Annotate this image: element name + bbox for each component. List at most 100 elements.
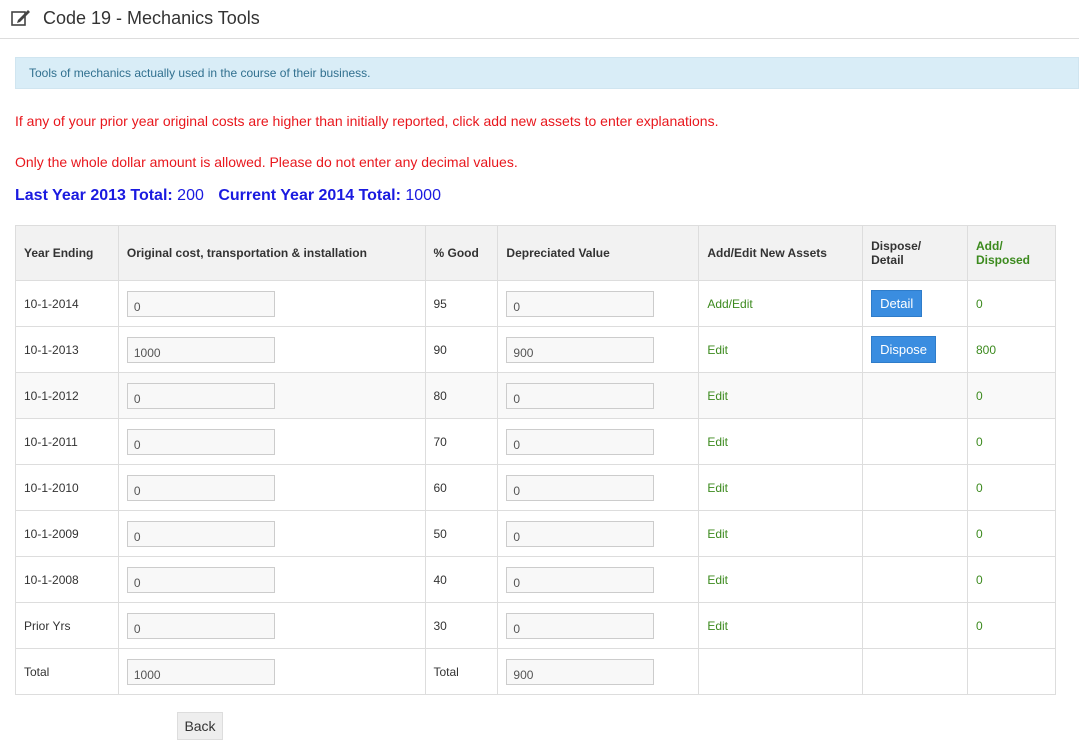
dispose-detail-cell <box>862 556 968 603</box>
add-edit-cell: Edit <box>698 372 864 419</box>
header-original-cost: Original cost, transportation & installa… <box>117 225 426 281</box>
header-add-disposed-line2: Disposed <box>976 253 1031 267</box>
table-row: Prior Yrs 30 Edit 0 <box>15 602 1056 649</box>
current-year-total-label: Current Year 2014 Total: <box>218 187 401 204</box>
add-edit-link[interactable]: Edit <box>707 435 728 449</box>
original-cost-cell <box>117 372 426 419</box>
header-add-edit: Add/Edit New Assets <box>698 225 864 281</box>
percent-good-cell: 60 <box>424 464 499 511</box>
year-ending-cell: 10-1-2012 <box>15 372 119 419</box>
dispose-button[interactable]: Dispose <box>871 336 937 363</box>
percent-good-cell: 30 <box>424 602 499 649</box>
table-row: 10-1-2013 90 Edit Dispose 800 <box>15 326 1056 373</box>
edit-icon <box>11 10 30 26</box>
total-row: Total Total <box>15 648 1056 695</box>
depreciated-value-cell <box>497 510 700 557</box>
header-depreciated-value: Depreciated Value <box>497 225 700 281</box>
current-year-total-value: 1000 <box>405 187 441 204</box>
original-cost-input[interactable] <box>126 612 275 639</box>
add-disposed-value: 0 <box>976 526 983 541</box>
total-empty-2 <box>862 648 968 695</box>
add-edit-cell: Edit <box>698 418 864 465</box>
original-cost-input[interactable] <box>126 566 275 593</box>
add-edit-link[interactable]: Add/Edit <box>707 297 752 311</box>
depreciated-value-cell <box>497 602 700 649</box>
total-good-label: Total <box>424 648 499 695</box>
original-cost-input[interactable] <box>126 336 275 363</box>
header-add-disposed: Add/ Disposed <box>967 225 1056 281</box>
percent-good-cell: 70 <box>424 418 499 465</box>
page-header: Code 19 - Mechanics Tools <box>0 0 1079 39</box>
percent-good-cell: 90 <box>424 326 499 373</box>
dispose-detail-cell: Detail <box>862 280 968 327</box>
depreciated-value-cell <box>497 326 700 373</box>
table-row: 10-1-2009 50 Edit 0 <box>15 510 1056 557</box>
depreciated-value-input <box>506 428 655 455</box>
add-disposed-cell: 800 <box>967 326 1056 373</box>
add-edit-link[interactable]: Edit <box>707 573 728 587</box>
last-year-total-value: 200 <box>177 187 204 204</box>
add-edit-cell: Edit <box>698 556 864 603</box>
add-edit-cell: Edit <box>698 510 864 557</box>
original-cost-cell <box>117 556 426 603</box>
table-row: 10-1-2010 60 Edit 0 <box>15 464 1056 511</box>
depreciated-value-input <box>506 520 655 547</box>
add-edit-link[interactable]: Edit <box>707 343 728 357</box>
total-depreciated-cell <box>497 648 700 695</box>
assets-table: Year Ending Original cost, transportatio… <box>15 225 1056 695</box>
header-dispose-line1: Dispose/ <box>871 239 922 253</box>
dispose-detail-cell <box>862 510 968 557</box>
dispose-detail-cell <box>862 602 968 649</box>
original-cost-input[interactable] <box>126 428 275 455</box>
original-cost-cell <box>117 602 426 649</box>
depreciated-value-cell <box>497 556 700 603</box>
total-empty-1 <box>698 648 864 695</box>
add-disposed-value: 0 <box>976 618 983 633</box>
original-cost-input[interactable] <box>126 520 275 547</box>
add-disposed-cell: 0 <box>967 464 1056 511</box>
add-disposed-cell: 0 <box>967 602 1056 649</box>
original-cost-input[interactable] <box>126 382 275 409</box>
add-edit-cell: Edit <box>698 602 864 649</box>
dispose-detail-cell <box>862 418 968 465</box>
add-disposed-value: 800 <box>976 342 997 357</box>
original-cost-input[interactable] <box>126 290 275 317</box>
add-disposed-value: 0 <box>976 480 983 495</box>
add-edit-cell: Edit <box>698 326 864 373</box>
add-edit-cell: Add/Edit <box>698 280 864 327</box>
add-edit-link[interactable]: Edit <box>707 619 728 633</box>
add-edit-link[interactable]: Edit <box>707 481 728 495</box>
depreciated-value-input <box>506 566 655 593</box>
add-edit-link[interactable]: Edit <box>707 389 728 403</box>
year-ending-cell: 10-1-2008 <box>15 556 119 603</box>
year-ending-cell: 10-1-2014 <box>15 280 119 327</box>
table-row: 10-1-2014 95 Add/Edit Detail 0 <box>15 280 1056 327</box>
year-ending-cell: 10-1-2009 <box>15 510 119 557</box>
total-empty-3 <box>967 648 1056 695</box>
add-disposed-value: 0 <box>976 572 983 587</box>
info-bar: Tools of mechanics actually used in the … <box>15 57 1079 89</box>
add-disposed-cell: 0 <box>967 372 1056 419</box>
header-year-ending: Year Ending <box>15 225 119 281</box>
percent-good-cell: 50 <box>424 510 499 557</box>
depreciated-value-cell <box>497 372 700 419</box>
total-depreciated-field <box>506 658 655 685</box>
add-disposed-value: 0 <box>976 388 983 403</box>
add-disposed-value: 0 <box>976 296 983 311</box>
depreciated-value-input <box>506 382 655 409</box>
detail-button[interactable]: Detail <box>871 290 923 317</box>
percent-good-cell: 80 <box>424 372 499 419</box>
original-cost-cell <box>117 326 426 373</box>
depreciated-value-input <box>506 336 655 363</box>
header-dispose-detail: Dispose/ Detail <box>862 225 968 281</box>
back-button[interactable]: Back <box>177 712 223 740</box>
total-label: Total <box>15 648 119 695</box>
depreciated-value-cell <box>497 464 700 511</box>
header-percent-good: % Good <box>424 225 499 281</box>
original-cost-input[interactable] <box>126 474 275 501</box>
depreciated-value-input <box>506 612 655 639</box>
add-edit-cell: Edit <box>698 464 864 511</box>
add-edit-link[interactable]: Edit <box>707 527 728 541</box>
add-disposed-cell: 0 <box>967 510 1056 557</box>
add-disposed-cell: 0 <box>967 418 1056 465</box>
